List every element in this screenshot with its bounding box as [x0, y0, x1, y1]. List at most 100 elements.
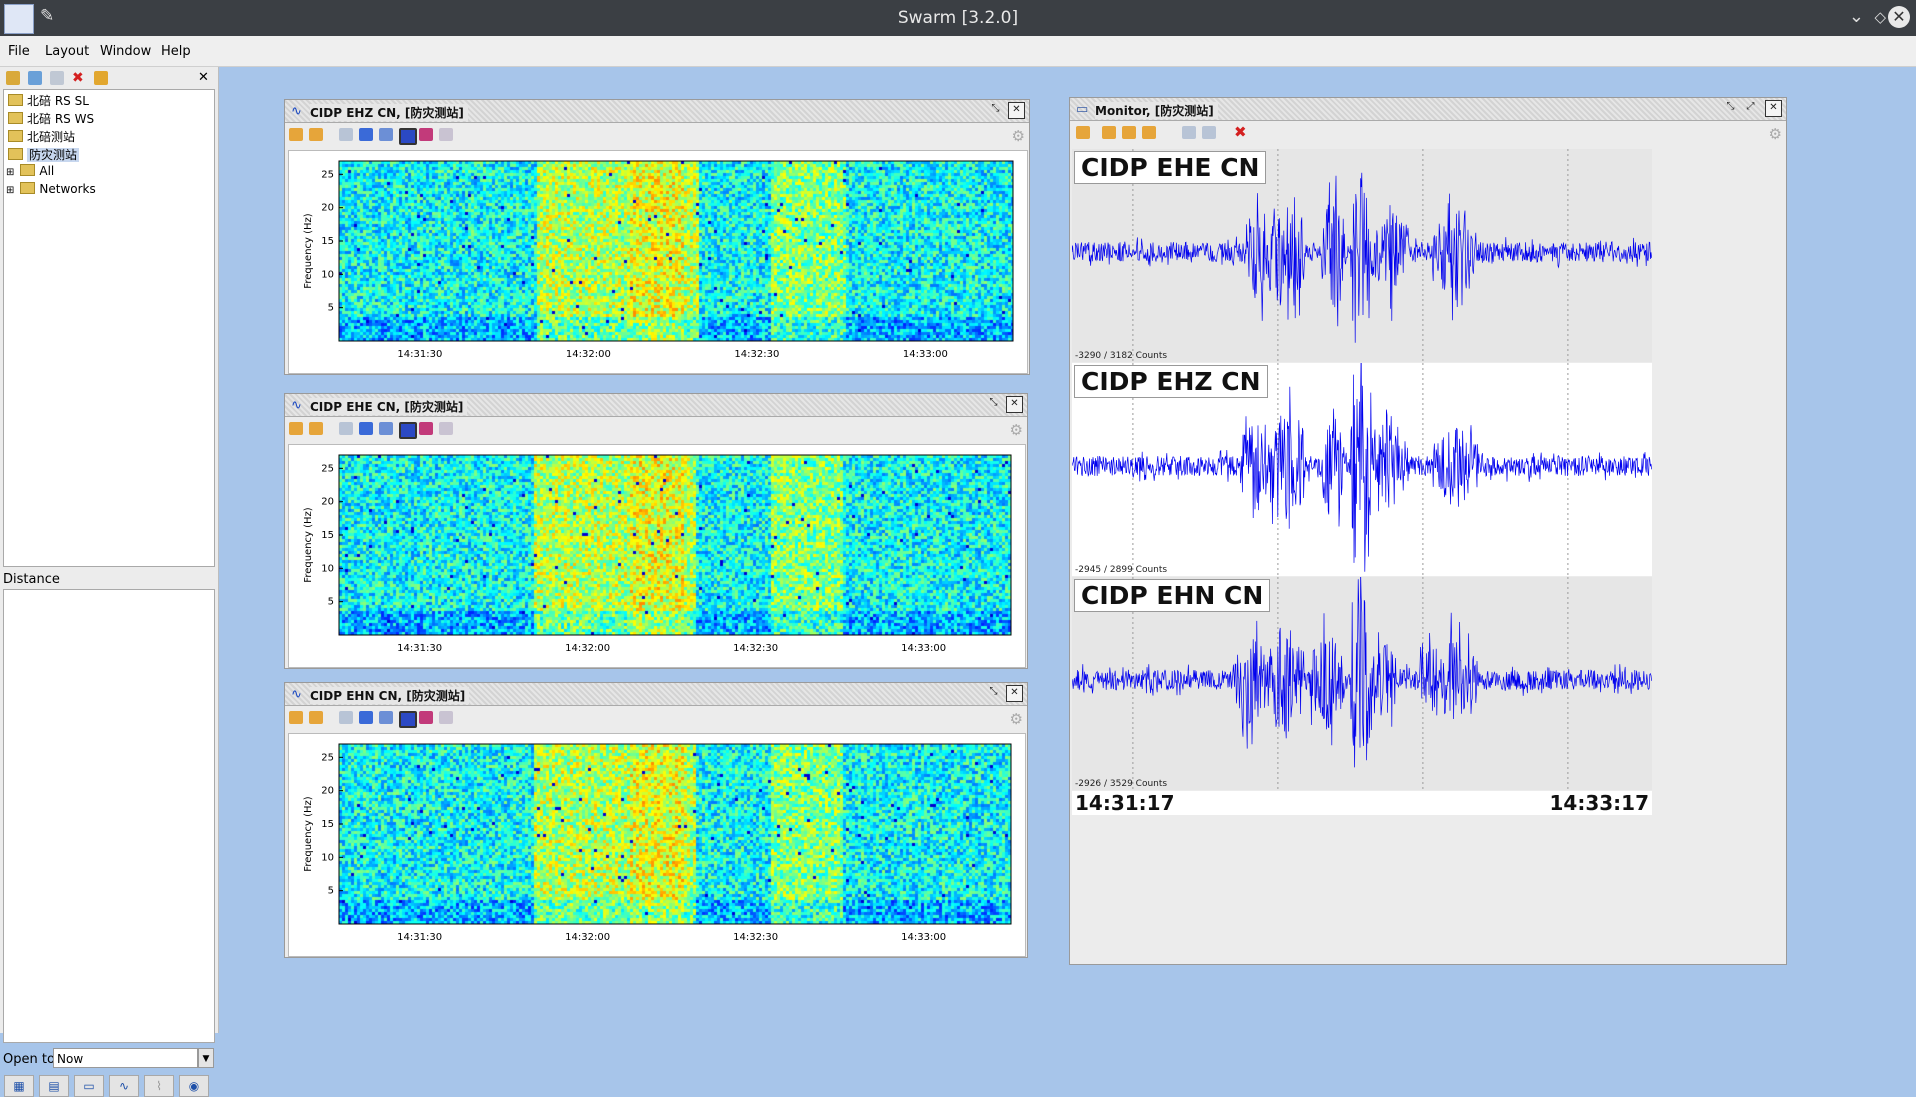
frame-header[interactable]: ∿ CIDP EHZ CN, [防灾测站] ⤡ ✕: [285, 100, 1029, 123]
y-tick-label: 20: [321, 786, 334, 797]
wave-view-icon[interactable]: [359, 422, 373, 435]
expand-icon[interactable]: ⊞: [6, 167, 14, 178]
wave-panel-ehe[interactable]: CIDP EHE CN -3290 / 3182 Counts: [1072, 149, 1652, 362]
map-button[interactable]: ◉: [179, 1075, 209, 1097]
menu-help[interactable]: Help: [161, 44, 191, 59]
close-window-icon[interactable]: ✕: [1888, 6, 1910, 28]
copy-icon[interactable]: [339, 128, 353, 141]
copy-icon[interactable]: [339, 422, 353, 435]
remove-icon[interactable]: ✖: [1234, 123, 1248, 141]
wave-button[interactable]: ∿: [109, 1075, 139, 1097]
y-axis-label: Frequency (Hz): [303, 796, 314, 872]
back-icon[interactable]: [309, 128, 323, 141]
distance-list[interactable]: [3, 589, 215, 1043]
minimize-icon[interactable]: ⌄: [1849, 6, 1864, 27]
helicorder-button[interactable]: ⌇: [144, 1075, 174, 1097]
frame-title: CIDP EHN CN, [防灾测站]: [310, 687, 470, 704]
frame-header[interactable]: ▭ Monitor, [防灾测站] ⤡ ⤢ ✕: [1070, 98, 1786, 121]
tree-item-beibei-rs-ws[interactable]: 北碚 RS WS: [8, 110, 94, 127]
tree-item-networks[interactable]: ⊞ Networks: [6, 182, 96, 199]
edit-icon[interactable]: [28, 71, 42, 85]
close-frame-icon[interactable]: ✕: [1008, 102, 1025, 119]
spectrogram-plot[interactable]: 25 20 15 10 5 Frequency (Hz) 14:31:30 14:32:00 1…: [288, 733, 1026, 957]
back-icon[interactable]: [1122, 126, 1136, 139]
zoom-icon[interactable]: [289, 711, 303, 724]
maximize-icon[interactable]: ◇: [1874, 8, 1886, 26]
tree-item-label: 北碚 RS WS: [27, 112, 95, 126]
detach-icon[interactable]: ⤡: [988, 102, 1003, 117]
wave-icon: ∿: [291, 687, 302, 702]
y-tick-label: 25: [321, 752, 334, 763]
menu-window[interactable]: Window: [100, 44, 151, 59]
settings-gear-icon[interactable]: ⚙: [1012, 127, 1025, 145]
close-panel-icon[interactable]: ✕: [198, 71, 212, 85]
y-tick-label: 10: [321, 852, 334, 863]
spectrogram-plot[interactable]: 25 20 15 10 5 Frequency (Hz) 14:31:30 14:32:00 1…: [288, 444, 1026, 668]
open-to-input[interactable]: Now: [53, 1048, 198, 1068]
open-button[interactable]: ▤: [39, 1075, 69, 1097]
detach-icon[interactable]: ⤡: [1723, 100, 1738, 115]
spectra-icon[interactable]: [379, 128, 393, 141]
remove-icon[interactable]: ✖: [72, 71, 86, 85]
options-icon[interactable]: [1076, 126, 1090, 139]
x-tick-label: 14:32:30: [733, 932, 778, 943]
clipboard-icon[interactable]: [1202, 126, 1216, 139]
detach-icon[interactable]: ⤡: [986, 396, 1001, 411]
back-icon[interactable]: [309, 422, 323, 435]
copy-icon[interactable]: [339, 711, 353, 724]
maximize-frame-icon[interactable]: ⤢: [1743, 100, 1758, 115]
wave-view-icon[interactable]: [359, 711, 373, 724]
particle-motion-icon[interactable]: [419, 128, 433, 141]
settings-gear-icon[interactable]: ⚙: [1010, 710, 1023, 728]
menu-file[interactable]: File: [8, 44, 30, 59]
menu-layout[interactable]: Layout: [45, 44, 89, 59]
spectrogram-image: [339, 161, 1013, 341]
close-frame-icon[interactable]: ✕: [1006, 396, 1023, 413]
spectrogram-plot[interactable]: 25 20 15 10 5 Frequency (Hz) 14:31:30 14:32:00 1…: [288, 150, 1028, 374]
layout-button[interactable]: ▦: [4, 1075, 34, 1097]
tree-item-fangzai-station[interactable]: 防灾测站: [8, 146, 80, 163]
spectrogram-icon[interactable]: [399, 711, 417, 728]
zoom-icon[interactable]: [289, 128, 303, 141]
spectrogram-icon[interactable]: [399, 422, 417, 439]
open-to-dropdown-icon[interactable]: ▼: [198, 1048, 214, 1068]
close-frame-icon[interactable]: ✕: [1006, 685, 1023, 702]
particle-motion-icon[interactable]: [419, 711, 433, 724]
refresh-icon[interactable]: [94, 71, 108, 85]
close-frame-icon[interactable]: ✕: [1765, 100, 1782, 117]
spectra-icon[interactable]: [379, 711, 393, 724]
spectrogram-icon[interactable]: [399, 128, 417, 145]
wave-view-icon[interactable]: [359, 128, 373, 141]
x-tick-label: 14:32:30: [734, 349, 779, 360]
x-tick-label: 14:33:00: [901, 643, 946, 654]
frame-header[interactable]: ∿ CIDP EHE CN, [防灾测站] ⤡ ✕: [285, 394, 1027, 417]
particle-motion-icon[interactable]: [419, 422, 433, 435]
tree-item-label: 北碚测站: [27, 130, 76, 144]
spectra-icon[interactable]: [379, 422, 393, 435]
expand-icon[interactable]: ⊞: [6, 185, 14, 196]
tree-item-beibei-rs-sl[interactable]: 北碚 RS SL: [8, 92, 89, 109]
zoom-icon[interactable]: [1102, 126, 1116, 139]
settings-gear-icon[interactable]: ⚙: [1010, 421, 1023, 439]
collapse-icon[interactable]: [50, 71, 64, 85]
copy-icon[interactable]: [1182, 126, 1196, 139]
clipboard-icon[interactable]: [439, 711, 453, 724]
frame-toolbar: ⚙: [285, 417, 1027, 441]
open-folder-icon[interactable]: [6, 71, 20, 85]
y-tick-label: 20: [321, 497, 334, 508]
settings-gear-icon[interactable]: ⚙: [1769, 125, 1782, 143]
detach-icon[interactable]: ⤡: [986, 685, 1001, 700]
tree-item-all[interactable]: ⊞ All: [6, 164, 54, 181]
back-icon[interactable]: [309, 711, 323, 724]
tree-item-beibei-station[interactable]: 北碚测站: [8, 128, 75, 145]
monitor-toolbar: ✖ ⚙: [1070, 121, 1786, 145]
frame-title: CIDP EHE CN, [防灾测站]: [310, 398, 468, 415]
wave-panel-ehz[interactable]: CIDP EHZ CN -2945 / 2899 Counts: [1072, 363, 1652, 576]
pause-icon[interactable]: [1142, 126, 1156, 139]
frame-header[interactable]: ∿ CIDP EHN CN, [防灾测站] ⤡ ✕: [285, 683, 1027, 706]
zoom-icon[interactable]: [289, 422, 303, 435]
monitor-button[interactable]: ▭: [74, 1075, 104, 1097]
clipboard-icon[interactable]: [439, 128, 453, 141]
wave-panel-ehn[interactable]: CIDP EHN CN -2926 / 3529 Counts: [1072, 577, 1652, 790]
clipboard-icon[interactable]: [439, 422, 453, 435]
